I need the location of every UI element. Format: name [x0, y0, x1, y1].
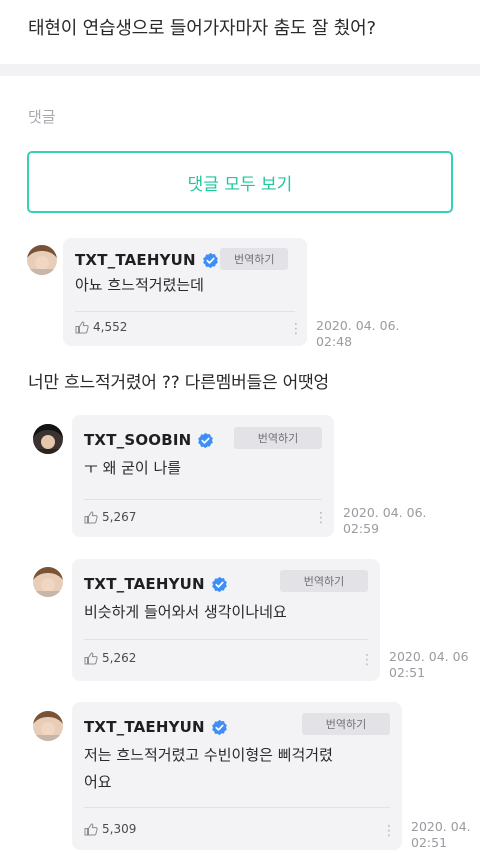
comment-divider	[84, 807, 390, 808]
comments-section-label: 댓글	[28, 108, 56, 126]
verified-badge-icon	[198, 432, 214, 448]
translate-button[interactable]: 번역하기	[280, 570, 368, 592]
like-button[interactable]: 5,262	[84, 651, 136, 665]
avatar-taehyun[interactable]	[33, 711, 63, 741]
more-options-icon[interactable]: ⋮	[289, 322, 303, 336]
comment-bubble: TXT_TAEHYUN 번역하기 저는 흐느적거렸고 수빈이형은 삐걱거렸 어요…	[72, 702, 402, 850]
like-count: 5,267	[102, 510, 137, 524]
translate-button[interactable]: 번역하기	[302, 713, 390, 735]
comment-bubble: TXT_TAEHYUN 번역하기 비슷하게 들어와서 생각이나네요 5,262 …	[72, 559, 380, 681]
comment-bubble: TXT_TAEHYUN 번역하기 아뇨 흐느적거렸는데 4,552 ⋮	[63, 238, 307, 346]
comment-divider	[84, 499, 322, 500]
reply-text: 너만 흐느적거렸어 ?? 다른멤버들은 어땟엉	[28, 373, 329, 393]
avatar-soobin[interactable]	[33, 424, 63, 454]
comment-text: ㅜ 왜 굳이 나를	[84, 459, 182, 477]
comment-text: 아뇨 흐느적거렸는데	[75, 276, 204, 294]
comment-timestamp: 2020. 04. 06. 02:48	[316, 318, 400, 349]
like-button[interactable]: 5,309	[84, 822, 136, 836]
thumbs-up-icon	[84, 822, 98, 835]
like-count: 5,309	[102, 822, 137, 836]
comment-author[interactable]: TXT_TAEHYUN	[84, 718, 205, 736]
translate-button[interactable]: 번역하기	[234, 427, 322, 449]
thumbs-up-icon	[84, 510, 98, 523]
more-options-icon[interactable]: ⋮	[360, 653, 374, 667]
comment-timestamp: 2020. 04. 06 02:51	[389, 649, 469, 680]
comment-author[interactable]: TXT_TAEHYUN	[84, 575, 205, 593]
comment-author[interactable]: TXT_SOOBIN	[84, 431, 191, 449]
like-button[interactable]: 4,552	[75, 320, 127, 334]
comment-timestamp: 2020. 04. 06. 02:59	[343, 505, 427, 536]
more-options-icon[interactable]: ⋮	[314, 511, 328, 525]
comment-text: 비슷하게 들어와서 생각이나네요	[84, 603, 287, 621]
verified-badge-icon	[212, 719, 227, 735]
view-all-comments-button[interactable]: 댓글 모두 보기	[27, 151, 453, 213]
question-title: 태현이 연습생으로 들어가자마자 춤도 잘 췄어?	[28, 18, 376, 39]
like-count: 4,552	[93, 320, 128, 334]
comment-timestamp: 2020. 04. 02:51	[411, 819, 471, 850]
verified-badge-icon	[203, 252, 218, 268]
verified-badge-icon	[212, 576, 227, 592]
thumbs-up-icon	[75, 320, 89, 333]
like-button[interactable]: 5,267	[84, 510, 136, 524]
avatar-taehyun[interactable]	[33, 567, 63, 597]
comment-divider	[75, 311, 295, 312]
comment-text: 저는 흐느적거렸고 수빈이형은 삐걱거렸 어요	[84, 746, 333, 791]
avatar-taehyun[interactable]	[27, 245, 57, 275]
comment-bubble: TXT_SOOBIN 번역하기 ㅜ 왜 굳이 나를 5,267 ⋮	[72, 415, 334, 537]
comment-divider	[84, 639, 368, 640]
section-divider	[0, 64, 480, 76]
like-count: 5,262	[102, 651, 137, 665]
more-options-icon[interactable]: ⋮	[382, 824, 396, 838]
comment-author[interactable]: TXT_TAEHYUN	[75, 251, 196, 269]
thumbs-up-icon	[84, 651, 98, 664]
translate-button[interactable]: 번역하기	[220, 248, 289, 270]
